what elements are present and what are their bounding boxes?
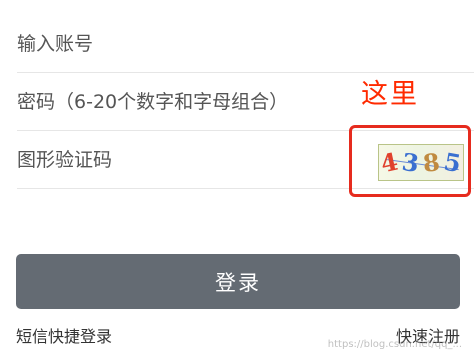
- login-button[interactable]: 登录: [16, 254, 460, 309]
- captcha-char: 3: [400, 146, 421, 178]
- account-input[interactable]: [17, 16, 474, 72]
- captcha-image[interactable]: 4 3 8 5: [378, 144, 464, 181]
- captcha-char: 4: [378, 146, 401, 178]
- sms-login-link[interactable]: 短信快捷登录: [16, 323, 112, 347]
- account-row: [17, 16, 474, 73]
- annotation-label: 这里: [361, 79, 419, 110]
- login-page: 这里 4 3 8 5 登录 短信快捷登录 快速注册 https://blog.c…: [0, 0, 474, 354]
- captcha-char: 8: [421, 146, 442, 178]
- watermark: https://blog.csdn.net/qq_...: [327, 339, 462, 350]
- captcha-char: 5: [441, 146, 464, 178]
- captcha-input[interactable]: [17, 131, 337, 188]
